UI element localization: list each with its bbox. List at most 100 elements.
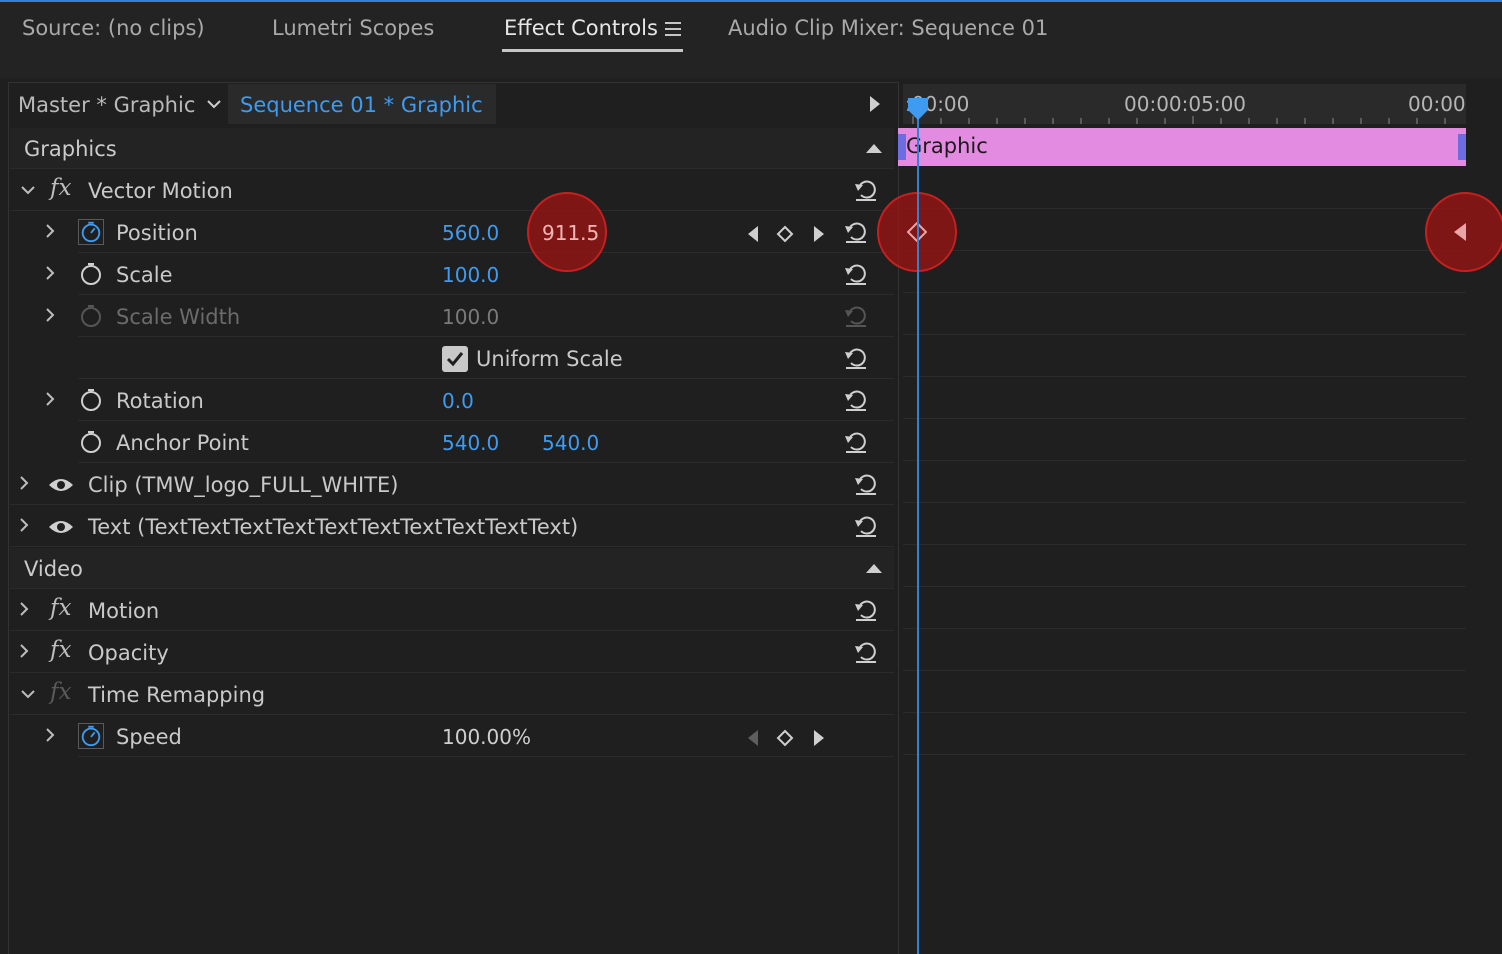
effect-time-remapping[interactable]: fx Time Remapping	[10, 674, 894, 715]
offscreen-keyframe-arrow-icon[interactable]	[1452, 222, 1468, 242]
chevron-down-icon[interactable]	[206, 98, 222, 110]
anchor-y-value[interactable]: 540.0	[542, 431, 599, 455]
chevron-right-icon[interactable]	[44, 391, 56, 407]
chevron-right-icon[interactable]	[18, 643, 30, 659]
timeline-row-divider	[903, 292, 1466, 293]
fx-icon[interactable]: fx	[50, 595, 71, 621]
panel-tab-bar: Source: (no clips) Lumetri Scopes Effect…	[0, 0, 1502, 78]
graphics-section-header[interactable]: Graphics	[10, 128, 894, 169]
eye-icon[interactable]	[48, 518, 74, 536]
reset-parameter-icon[interactable]	[842, 217, 870, 245]
stopwatch-active-icon[interactable]	[78, 723, 104, 749]
timeline-row-divider	[903, 754, 1466, 755]
timeline-row-divider	[903, 376, 1466, 377]
keyframe-navigator[interactable]	[746, 225, 826, 243]
reset-parameter-icon[interactable]	[842, 385, 870, 413]
chevron-right-icon[interactable]	[44, 223, 56, 239]
speed-value[interactable]: 100.00%	[442, 725, 531, 749]
layer-label: Text (TextTextTextTextTextTextTextTextTe…	[88, 515, 579, 539]
position-y-value-highlighted[interactable]: 911.5	[542, 221, 599, 245]
chevron-right-icon[interactable]	[18, 517, 30, 533]
uniform-scale-label: Uniform Scale	[476, 347, 623, 371]
chevron-down-icon[interactable]	[20, 688, 36, 700]
timeline-row-divider	[903, 418, 1466, 419]
clip-in-handle[interactable]	[898, 134, 906, 160]
chevron-right-icon[interactable]	[18, 475, 30, 491]
tab-lumetri-scopes[interactable]: Lumetri Scopes	[272, 16, 434, 40]
chevron-right-icon[interactable]	[44, 307, 56, 323]
position-x-value[interactable]: 560.0	[442, 221, 499, 245]
graphic-clip-bar[interactable]: Graphic	[898, 128, 1466, 166]
tab-effect-controls[interactable]: Effect Controls	[504, 16, 658, 40]
collapse-up-icon[interactable]	[866, 564, 882, 573]
ruler-ticks	[912, 116, 1446, 124]
tab-source[interactable]: Source: (no clips)	[22, 16, 205, 40]
stopwatch-icon[interactable]	[78, 429, 104, 455]
param-rotation: Rotation 0.0	[46, 380, 894, 421]
param-label: Rotation	[116, 389, 204, 413]
show-timeline-arrow-icon[interactable]	[870, 96, 880, 112]
effect-label: Time Remapping	[88, 683, 266, 707]
keyframe-navigator[interactable]	[746, 729, 826, 747]
time-ruler[interactable]: :00:00 00:00:05:00 00:00	[903, 84, 1466, 124]
collapse-up-icon[interactable]	[866, 144, 882, 153]
effect-label: Motion	[88, 599, 160, 623]
chevron-right-icon[interactable]	[18, 601, 30, 617]
tab-audio-clip-mixer[interactable]: Audio Clip Mixer: Sequence 01	[728, 16, 1048, 40]
fx-icon[interactable]: fx	[50, 175, 71, 201]
effect-opacity[interactable]: fx Opacity	[10, 632, 894, 673]
fx-icon[interactable]: fx	[50, 637, 71, 663]
timeline-row-divider	[903, 586, 1466, 587]
reset-parameter-icon[interactable]	[842, 427, 870, 455]
stopwatch-icon	[81, 305, 101, 327]
timeline-row-divider	[903, 334, 1466, 335]
timeline-row-divider	[903, 502, 1466, 503]
effect-motion[interactable]: fx Motion	[10, 590, 894, 631]
reset-parameter-icon[interactable]	[842, 343, 870, 371]
master-clip-label[interactable]: Master * Graphic	[18, 93, 195, 117]
timeline-row-divider	[903, 208, 1466, 209]
clip-out-handle[interactable]	[1458, 134, 1466, 160]
eye-icon[interactable]	[48, 476, 74, 494]
param-label: Anchor Point	[116, 431, 249, 455]
reset-parameter-icon[interactable]	[852, 469, 880, 497]
panel-menu-icon[interactable]	[665, 22, 681, 36]
timeline-row-divider	[903, 628, 1466, 629]
chevron-down-icon[interactable]	[20, 184, 36, 196]
reset-parameter-icon[interactable]	[852, 511, 880, 539]
chevron-right-icon[interactable]	[44, 727, 56, 743]
effect-label: Opacity	[88, 641, 169, 665]
param-anchor-point: Anchor Point 540.0 540.0	[78, 422, 894, 463]
param-label: Scale Width	[116, 305, 241, 329]
playhead-line	[917, 100, 919, 954]
stopwatch-icon[interactable]	[78, 387, 104, 413]
graphics-section-title: Graphics	[24, 137, 117, 161]
video-section-title: Video	[24, 557, 83, 581]
reset-parameter-icon[interactable]	[852, 595, 880, 623]
video-section-header[interactable]: Video	[10, 548, 894, 589]
rotation-value[interactable]: 0.0	[442, 389, 474, 413]
playhead-icon[interactable]	[906, 96, 930, 122]
layer-label: Clip (TMW_logo_FULL_WHITE)	[88, 473, 399, 497]
reset-parameter-icon[interactable]	[852, 175, 880, 203]
effect-vector-motion[interactable]: fx Vector Motion	[10, 170, 894, 211]
reset-parameter-icon[interactable]	[842, 259, 870, 287]
active-tab-indicator	[502, 49, 683, 52]
param-label: Speed	[116, 725, 182, 749]
sequence-clip-tab[interactable]: Sequence 01 * Graphic	[228, 84, 496, 124]
reset-parameter-icon[interactable]	[852, 637, 880, 665]
param-label: Position	[116, 221, 198, 245]
uniform-scale-checkbox[interactable]	[442, 346, 468, 372]
param-uniform-scale: Uniform Scale	[78, 338, 894, 379]
timeline-row-divider	[903, 460, 1466, 461]
timeline-row-divider	[903, 544, 1466, 545]
sequence-clip-label: Sequence 01 * Graphic	[240, 93, 483, 117]
chevron-right-icon[interactable]	[44, 265, 56, 281]
stopwatch-active-icon[interactable]	[78, 219, 104, 245]
stopwatch-icon[interactable]	[78, 261, 104, 287]
anchor-x-value[interactable]: 540.0	[442, 431, 499, 455]
scale-value[interactable]: 100.0	[442, 263, 499, 287]
layer-text[interactable]: Text (TextTextTextTextTextTextTextTextTe…	[10, 506, 894, 547]
timeline-row-divider	[903, 250, 1466, 251]
layer-clip[interactable]: Clip (TMW_logo_FULL_WHITE)	[10, 464, 894, 505]
